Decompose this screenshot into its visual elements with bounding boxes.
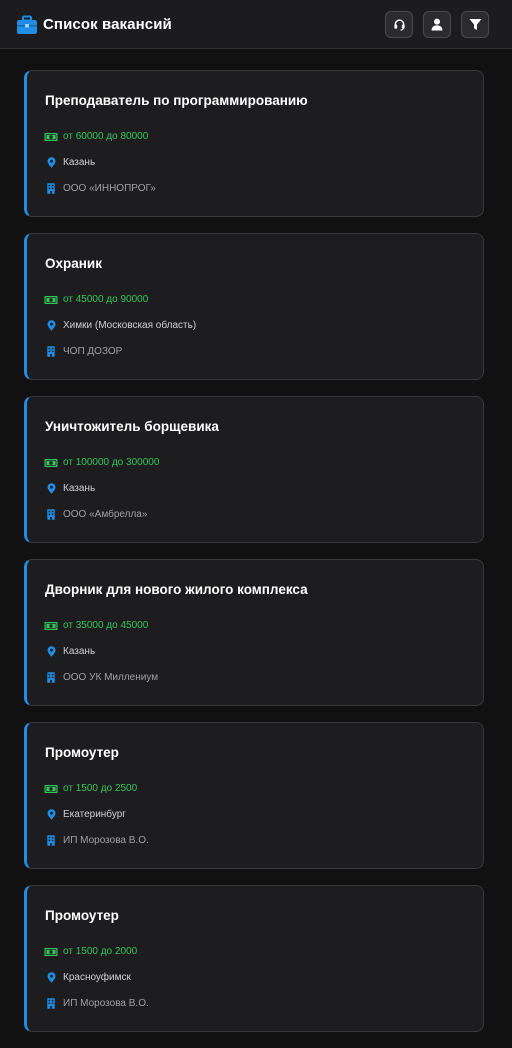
vacancy-salary: от 60000 до 80000 xyxy=(63,131,149,142)
vacancy-salary: от 35000 до 45000 xyxy=(63,620,149,631)
vacancy-company: ИП Морозова В.О. xyxy=(63,835,149,846)
money-icon xyxy=(44,458,58,467)
headset-icon xyxy=(393,19,405,31)
company-row: ООО «Амбрелла» xyxy=(44,509,147,520)
filter-button[interactable] xyxy=(461,11,489,38)
vacancy-title: Уничтожитель борщевика xyxy=(45,419,219,434)
vacancy-salary: от 45000 до 90000 xyxy=(63,294,149,305)
vacancy-location: Казань xyxy=(63,483,96,494)
salary-row: от 45000 до 90000 xyxy=(44,294,148,305)
vacancy-location: Казань xyxy=(63,646,96,657)
money-icon xyxy=(44,947,58,956)
vacancy-location: Красноуфимск xyxy=(63,972,131,983)
company-row: ООО «ИННОПРОГ» xyxy=(44,183,156,194)
location-row: Екатеринбург xyxy=(44,809,126,820)
location-row: Казань xyxy=(44,646,95,657)
money-icon xyxy=(44,132,58,141)
company-row: ИП Морозова В.О. xyxy=(44,835,149,846)
app-header: Список вакансий xyxy=(0,0,512,49)
location-pin-icon xyxy=(47,320,55,331)
building-icon xyxy=(47,998,55,1009)
salary-row: от 1500 до 2500 xyxy=(44,783,137,794)
location-pin-icon xyxy=(47,809,55,820)
location-row: Казань xyxy=(44,157,95,168)
support-button[interactable] xyxy=(385,11,413,38)
vacancy-company: ИП Морозова В.О. xyxy=(63,998,149,1009)
salary-row: от 35000 до 45000 xyxy=(44,620,148,631)
vacancy-company: ЧОП ДОЗОР xyxy=(63,346,123,357)
briefcase-icon xyxy=(17,15,37,34)
location-pin-icon xyxy=(47,646,55,657)
vacancy-company: ООО «ИННОПРОГ» xyxy=(63,183,156,194)
header-actions xyxy=(385,11,489,38)
vacancy-card[interactable]: Промоутер от 1500 до 2500 Екатеринбург И… xyxy=(24,722,484,869)
vacancy-card[interactable]: Уничтожитель борщевика от 100000 до 3000… xyxy=(24,396,484,543)
vacancy-list: Преподаватель по программированию от 600… xyxy=(24,70,484,1048)
vacancy-location: Екатеринбург xyxy=(63,809,126,820)
location-row: Казань xyxy=(44,483,95,494)
company-row: ООО УК Миллениум xyxy=(44,672,158,683)
location-pin-icon xyxy=(47,483,55,494)
vacancy-company: ООО «Амбрелла» xyxy=(63,509,148,520)
vacancy-title: Промоутер xyxy=(45,908,119,923)
building-icon xyxy=(47,346,55,357)
filter-icon xyxy=(469,19,481,30)
salary-row: от 1500 до 2000 xyxy=(44,946,137,957)
building-icon xyxy=(47,835,55,846)
user-icon xyxy=(431,18,443,31)
vacancy-title: Преподаватель по программированию xyxy=(45,93,308,108)
vacancy-salary: от 1500 до 2000 xyxy=(63,946,138,957)
salary-row: от 60000 до 80000 xyxy=(44,131,148,142)
vacancy-card[interactable]: Промоутер от 1500 до 2000 Красноуфимск И… xyxy=(24,885,484,1032)
location-row: Химки (Московская область) xyxy=(44,320,196,331)
vacancy-title: Дворник для нового жилого комплекса xyxy=(45,582,308,597)
salary-row: от 100000 до 300000 xyxy=(44,457,159,468)
vacancy-location: Казань xyxy=(63,157,96,168)
vacancy-card[interactable]: Охраник от 45000 до 90000 Химки (Московс… xyxy=(24,233,484,380)
building-icon xyxy=(47,183,55,194)
vacancy-title: Охраник xyxy=(45,256,102,271)
location-pin-icon xyxy=(47,157,55,168)
location-pin-icon xyxy=(47,972,55,983)
vacancy-company: ООО УК Миллениум xyxy=(63,672,159,683)
money-icon xyxy=(44,295,58,304)
company-row: ЧОП ДОЗОР xyxy=(44,346,122,357)
money-icon xyxy=(44,621,58,630)
money-icon xyxy=(44,784,58,793)
vacancy-location: Химки (Московская область) xyxy=(63,320,197,331)
company-row: ИП Морозова В.О. xyxy=(44,998,149,1009)
building-icon xyxy=(47,509,55,520)
profile-button[interactable] xyxy=(423,11,451,38)
page-title: Список вакансий xyxy=(43,16,172,33)
vacancy-card[interactable]: Дворник для нового жилого комплекса от 3… xyxy=(24,559,484,706)
vacancy-title: Промоутер xyxy=(45,745,119,760)
vacancy-salary: от 100000 до 300000 xyxy=(63,457,160,468)
location-row: Красноуфимск xyxy=(44,972,131,983)
building-icon xyxy=(47,672,55,683)
header-brand: Список вакансий xyxy=(16,0,172,49)
vacancy-salary: от 1500 до 2500 xyxy=(63,783,138,794)
vacancy-card[interactable]: Преподаватель по программированию от 600… xyxy=(24,70,484,217)
